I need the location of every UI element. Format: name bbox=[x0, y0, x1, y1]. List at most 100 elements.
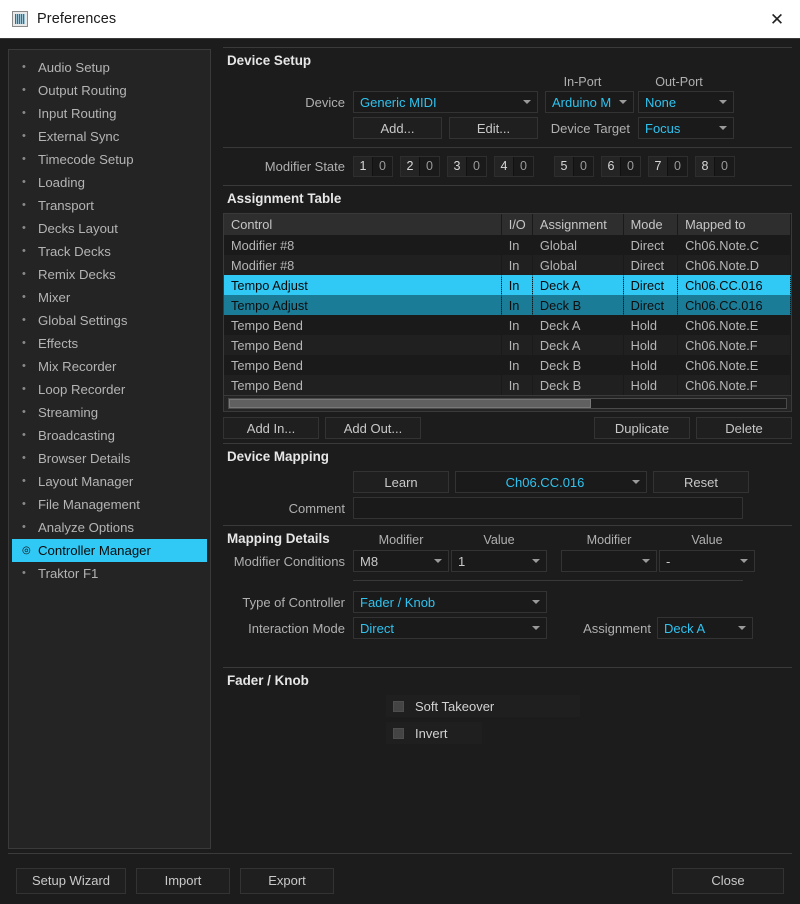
sidebar-item-output-routing[interactable]: Output Routing bbox=[12, 79, 207, 102]
modifier-2-select[interactable] bbox=[561, 550, 657, 572]
sidebar-item-streaming[interactable]: Streaming bbox=[12, 401, 207, 424]
table-row[interactable]: Modifier #8 In Global Direct Ch06.Note.C bbox=[224, 235, 791, 255]
modifier-1-select[interactable]: M8 bbox=[353, 550, 449, 572]
modifier-state-2[interactable]: 20 bbox=[400, 156, 440, 177]
modifier-state-1[interactable]: 10 bbox=[353, 156, 393, 177]
value-2-select[interactable]: - bbox=[659, 550, 755, 572]
add-device-button[interactable]: Add... bbox=[353, 117, 442, 139]
modifier-state-4[interactable]: 40 bbox=[494, 156, 534, 177]
modifier-state-6[interactable]: 60 bbox=[601, 156, 641, 177]
import-button[interactable]: Import bbox=[136, 867, 230, 894]
modifier-state-5[interactable]: 50 bbox=[554, 156, 594, 177]
sidebar-item-remix-decks[interactable]: Remix Decks bbox=[12, 263, 207, 286]
modifier-state-key: 3 bbox=[448, 157, 467, 176]
device-select[interactable]: Generic MIDI bbox=[353, 91, 538, 113]
soft-takeover-checkbox[interactable]: Soft Takeover bbox=[386, 695, 580, 717]
window-title: Preferences bbox=[37, 11, 117, 27]
add-edit-row: Add... Edit... Device Target Focus bbox=[223, 117, 792, 139]
checkbox-icon bbox=[393, 727, 404, 739]
sidebar-item-timecode-setup[interactable]: Timecode Setup bbox=[12, 148, 207, 171]
learn-button[interactable]: Learn bbox=[353, 471, 449, 493]
sidebar-item-controller-manager[interactable]: Controller Manager bbox=[12, 539, 207, 562]
sidebar-item-loop-recorder[interactable]: Loop Recorder bbox=[12, 378, 207, 401]
value-2-value: - bbox=[666, 553, 671, 569]
table-row[interactable]: Tempo Bend In Deck B Hold Ch06.Note.F bbox=[224, 375, 791, 395]
assignment-table[interactable]: Control I/O Assignment Mode Mapped to Modifi… bbox=[223, 213, 792, 412]
interaction-mode-select[interactable]: Direct bbox=[353, 617, 547, 639]
cell-assignment: Deck A bbox=[532, 335, 624, 355]
sidebar-item-broadcasting[interactable]: Broadcasting bbox=[12, 424, 207, 447]
add-out-button[interactable]: Add Out... bbox=[325, 417, 421, 439]
scrollbar-thumb[interactable] bbox=[229, 399, 592, 408]
sidebar-item-track-decks[interactable]: Track Decks bbox=[12, 240, 207, 263]
chevron-down-icon bbox=[719, 100, 727, 104]
sidebar-item-mix-recorder[interactable]: Mix Recorder bbox=[12, 355, 207, 378]
assignment-select[interactable]: Deck A bbox=[657, 617, 753, 639]
duplicate-button[interactable]: Duplicate bbox=[594, 417, 690, 439]
table-row[interactable]: Tempo Bend In Deck A Hold Ch06.Note.E bbox=[224, 315, 791, 335]
add-in-button[interactable]: Add In... bbox=[223, 417, 319, 439]
table-header-row: Control I/O Assignment Mode Mapped to bbox=[224, 214, 791, 235]
sidebar-item-layout-manager[interactable]: Layout Manager bbox=[12, 470, 207, 493]
sidebar-item-label: Effects bbox=[38, 336, 79, 351]
mapping-select[interactable]: Ch06.CC.016 bbox=[455, 471, 647, 493]
table-row[interactable]: Tempo Bend In Deck A Hold Ch06.Note.F bbox=[224, 335, 791, 355]
bullet-icon bbox=[22, 131, 33, 142]
sidebar-item-global-settings[interactable]: Global Settings bbox=[12, 309, 207, 332]
sidebar-item-label: Streaming bbox=[38, 405, 99, 420]
horizontal-scrollbar[interactable] bbox=[224, 395, 791, 411]
sidebar-item-input-routing[interactable]: Input Routing bbox=[12, 102, 207, 125]
edit-device-button[interactable]: Edit... bbox=[449, 117, 538, 139]
reset-button[interactable]: Reset bbox=[653, 471, 749, 493]
table-row[interactable]: Tempo Bend In Deck B Hold Ch06.Note.E bbox=[224, 355, 791, 375]
modifier-state-key: 2 bbox=[401, 157, 420, 176]
device-row: Device Generic MIDI Arduino M None bbox=[223, 91, 792, 113]
value-1-select[interactable]: 1 bbox=[451, 550, 547, 572]
out-port-select[interactable]: None bbox=[638, 91, 734, 113]
in-port-select[interactable]: Arduino M bbox=[545, 91, 634, 113]
column-header-i-o[interactable]: I/O bbox=[501, 214, 533, 235]
modifier-state-key: 5 bbox=[555, 157, 574, 176]
sidebar-item-mixer[interactable]: Mixer bbox=[12, 286, 207, 309]
comment-input[interactable] bbox=[353, 497, 743, 519]
bullet-icon bbox=[22, 292, 33, 303]
column-header-control[interactable]: Control bbox=[224, 214, 502, 235]
sidebar-item-decks-layout[interactable]: Decks Layout bbox=[12, 217, 207, 240]
cell-io: In bbox=[508, 357, 520, 373]
modifier-state-3[interactable]: 30 bbox=[447, 156, 487, 177]
modifier-state-key: 8 bbox=[696, 157, 715, 176]
device-target-select[interactable]: Focus bbox=[638, 117, 734, 139]
assignment-value: Deck A bbox=[664, 620, 706, 636]
column-header-mode[interactable]: Mode bbox=[623, 214, 679, 235]
sidebar-item-effects[interactable]: Effects bbox=[12, 332, 207, 355]
close-button[interactable]: Close bbox=[672, 867, 784, 894]
sidebar-item-external-sync[interactable]: External Sync bbox=[12, 125, 207, 148]
cell-mode: Direct bbox=[623, 255, 678, 275]
table-row[interactable]: Modifier #8 In Global Direct Ch06.Note.D bbox=[224, 255, 791, 275]
scrollbar-track[interactable] bbox=[228, 398, 787, 409]
sidebar-item-file-management[interactable]: File Management bbox=[12, 493, 207, 516]
sidebar-item-loading[interactable]: Loading bbox=[12, 171, 207, 194]
modifier-state-8[interactable]: 80 bbox=[695, 156, 735, 177]
type-of-controller-value: Fader / Knob bbox=[360, 594, 436, 610]
close-icon[interactable]: ✕ bbox=[754, 0, 800, 38]
export-button[interactable]: Export bbox=[240, 867, 334, 894]
invert-checkbox[interactable]: Invert bbox=[386, 722, 482, 744]
cell-control: Tempo Bend bbox=[224, 335, 502, 355]
table-row[interactable]: Tempo Adjust In Deck A Direct Ch06.CC.016 bbox=[224, 275, 791, 295]
cell-assignment: Deck A bbox=[532, 275, 624, 295]
sidebar-item-transport[interactable]: Transport bbox=[12, 194, 207, 217]
modifier-state-7[interactable]: 70 bbox=[648, 156, 688, 177]
sidebar-item-analyze-options[interactable]: Analyze Options bbox=[12, 516, 207, 539]
table-row[interactable]: Tempo Adjust In Deck B Direct Ch06.CC.016 bbox=[224, 295, 791, 315]
delete-button[interactable]: Delete bbox=[696, 417, 792, 439]
column-header-mapped-to[interactable]: Mapped to bbox=[677, 214, 791, 235]
sidebar-item-traktor-f1[interactable]: Traktor F1 bbox=[12, 562, 207, 585]
type-of-controller-select[interactable]: Fader / Knob bbox=[353, 591, 547, 613]
sidebar-item-browser-details[interactable]: Browser Details bbox=[12, 447, 207, 470]
sidebar-item-audio-setup[interactable]: Audio Setup bbox=[12, 56, 207, 79]
sidebar-item-label: Broadcasting bbox=[38, 428, 115, 443]
column-header-assignment[interactable]: Assignment bbox=[532, 214, 624, 235]
setup-wizard-button[interactable]: Setup Wizard bbox=[16, 867, 126, 894]
cell-mapped-to: Ch06.Note.C bbox=[685, 237, 760, 253]
